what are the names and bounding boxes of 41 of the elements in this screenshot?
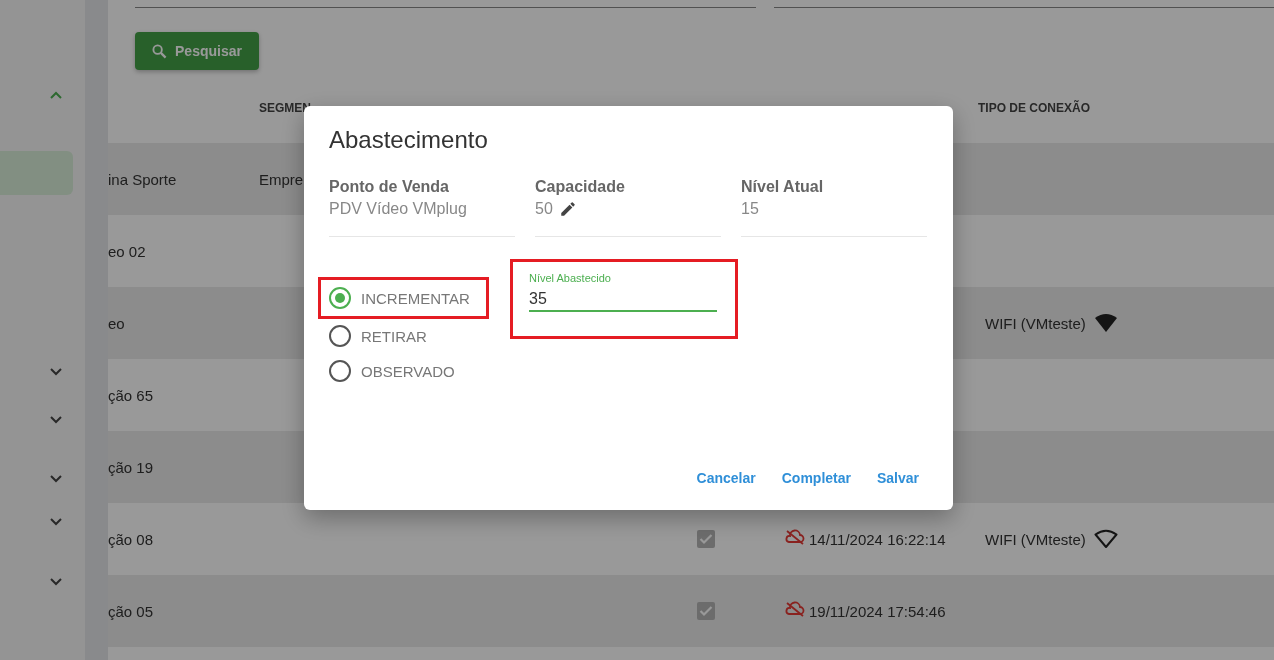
input-field[interactable]: 35 [529,284,717,312]
checkbox[interactable] [697,530,715,548]
table-cell: ção 08 [108,530,154,548]
wifi-icon [1093,313,1118,333]
dialog-button[interactable]: Salvar [867,464,928,492]
table-cell: WIFI (VMteste) [985,314,1086,332]
info-value: 50 [535,200,553,218]
info-label: Ponto de Venda [329,178,450,196]
chevron-down-icon[interactable] [50,368,62,376]
field-label: Nível Abastecido [529,272,612,284]
table-cell: 19/11/2024 17:54:46 [809,602,946,620]
chevron-down-icon[interactable] [50,578,62,586]
table-cell: eo [108,314,125,332]
table-cell: eo 02 [108,242,146,260]
dialog-button[interactable]: Cancelar [687,464,765,492]
table-cell: ção 19 [108,458,154,476]
table-cell: ina Sporte [108,170,177,188]
column-header: TIPO DE CONEXÃO [978,100,1091,115]
radio-option[interactable]: OBSERVADO [329,359,534,383]
search-icon [152,43,168,59]
table-cell: 14/11/2024 16:22:14 [809,530,946,548]
table-cell: ção 65 [108,386,154,404]
table-cell: WIFI (VMteste) [985,530,1086,548]
dialog-button[interactable]: Completar [772,464,860,492]
dialog-title: Abastecimento [329,125,489,155]
info-label: Nível Atual [741,178,825,196]
radio-option[interactable]: RETIRAR [329,324,534,348]
pencil-icon[interactable] [558,200,577,218]
chevron-down-icon[interactable] [50,416,62,424]
table-cell: ção 05 [108,602,154,620]
table-cell: Empre [259,170,304,188]
radio-option[interactable]: INCREMENTAR [329,286,470,310]
chevron-down-icon[interactable] [50,475,62,483]
chevron-down-icon[interactable] [50,518,62,526]
info-value: PDV Vídeo VMplug [329,200,467,218]
info-label: Capacidade [535,178,626,196]
search-button[interactable]: Pesquisar [135,32,259,70]
wifi-icon [1093,529,1118,549]
text-field[interactable]: Nível Abastecido 35 [529,272,717,312]
info-value: 15 [741,200,759,218]
checkbox[interactable] [697,602,715,620]
